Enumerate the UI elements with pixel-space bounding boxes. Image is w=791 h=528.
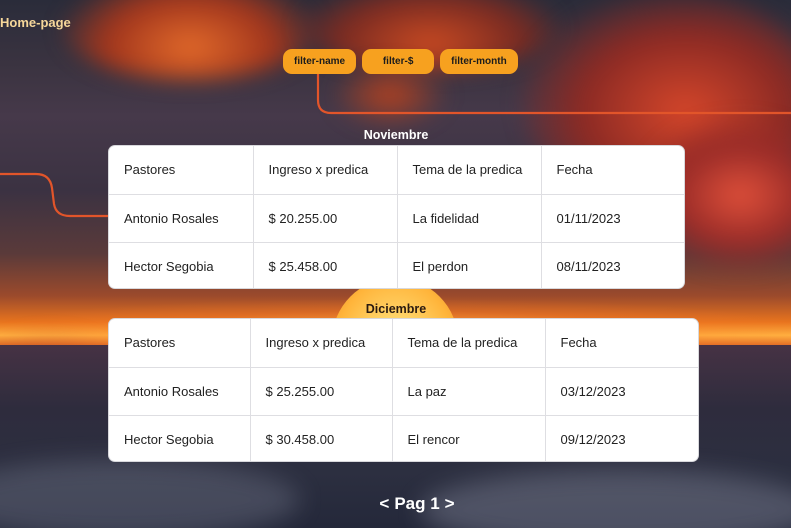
page-indicator: Pag 1: [394, 494, 440, 513]
cell-tema: El perdon: [397, 242, 542, 288]
cell-ingreso: $ 25.458.00: [253, 242, 398, 288]
filter-month-button[interactable]: filter-month: [440, 49, 518, 74]
pagination: < Pag 1 >: [370, 494, 464, 514]
header-cell-pastores: Pastores: [109, 146, 254, 195]
table-row: Antonio Rosales $ 25.255.00 La paz 03/12…: [109, 367, 698, 416]
cell-ingreso: $ 25.255.00: [250, 367, 393, 416]
table-row: Hector Segobia $ 30.458.00 El rencor 09/…: [109, 415, 698, 461]
cell-tema: La fidelidad: [397, 194, 542, 243]
header-cell-ingreso: Ingreso x predica: [253, 146, 398, 195]
filter-amount-button[interactable]: filter-$: [362, 49, 435, 74]
header-cell-pastores: Pastores: [109, 319, 251, 368]
prev-page-button[interactable]: <: [379, 494, 389, 514]
table-header-row: Pastores Ingreso x predica Tema de la pr…: [109, 319, 698, 368]
header-cell-fecha: Fecha: [545, 319, 698, 368]
table-title-diciembre: Diciembre: [365, 302, 427, 316]
cell-tema: El rencor: [392, 415, 546, 461]
cell-pastor: Hector Segobia: [109, 242, 254, 288]
header-cell-tema: Tema de la predica: [397, 146, 542, 195]
cell-fecha: 03/12/2023: [545, 367, 698, 416]
sermons-table-diciembre: Pastores Ingreso x predica Tema de la pr…: [108, 318, 699, 462]
header-cell-fecha: Fecha: [541, 146, 684, 195]
filter-name-button[interactable]: filter-name: [283, 49, 357, 74]
table-title-noviembre: Noviembre: [363, 128, 429, 142]
filter-bar: filter-name filter-$ filter-month: [283, 49, 518, 74]
cell-fecha: 09/12/2023: [560, 431, 626, 447]
cell-tema: La paz: [392, 367, 546, 416]
next-page-button[interactable]: >: [445, 494, 455, 514]
cell-ingreso: $ 30.458.00: [250, 415, 393, 461]
table-header-row: Pastores Ingreso x predica Tema de la pr…: [109, 146, 684, 195]
header-cell-tema: Tema de la predica: [392, 319, 546, 368]
cell-fecha: 01/11/2023: [541, 194, 684, 243]
header-cell-ingreso: Ingreso x predica: [250, 319, 393, 368]
connector-line-top: [316, 72, 791, 115]
table-row: Hector Segobia $ 25.458.00 El perdon 08/…: [109, 242, 684, 288]
cell-pastor: Antonio Rosales: [109, 367, 251, 416]
home-page-link[interactable]: Home-page: [0, 15, 71, 30]
cell-pastor: Antonio Rosales: [109, 194, 254, 243]
table-row: Antonio Rosales $ 20.255.00 La fidelidad…: [109, 194, 684, 243]
cell-fecha: 08/11/2023: [556, 258, 621, 274]
sermons-table-noviembre: Pastores Ingreso x predica Tema de la pr…: [108, 145, 685, 289]
cell-pastor: Hector Segobia: [109, 415, 251, 461]
cell-ingreso: $ 20.255.00: [253, 194, 398, 243]
